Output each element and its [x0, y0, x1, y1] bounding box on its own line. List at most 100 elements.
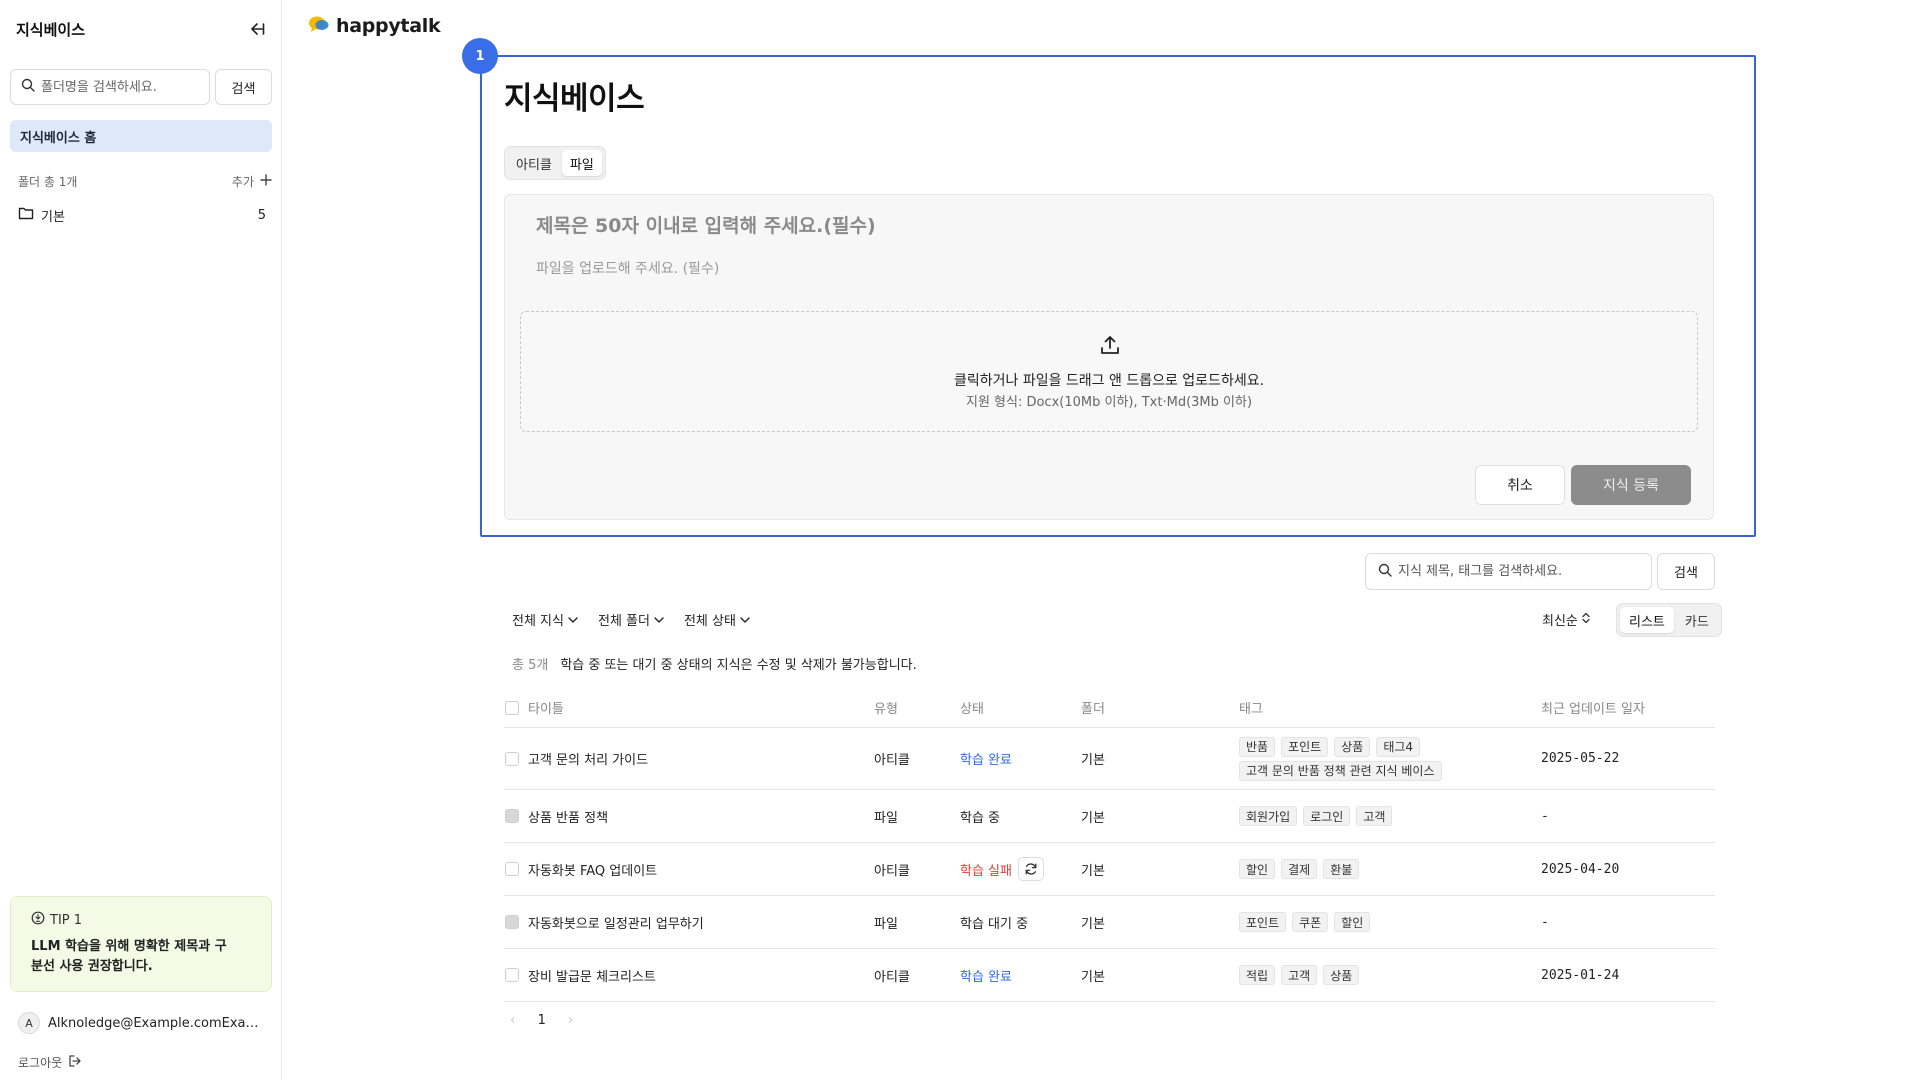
- select-all-checkbox[interactable]: [505, 700, 519, 715]
- content-type-tabs: 아티클 파일: [504, 146, 606, 180]
- logout-icon: [68, 1054, 82, 1071]
- tag: 상품: [1334, 736, 1371, 757]
- row-type: 아티클: [874, 863, 910, 879]
- happytalk-logo[interactable]: happytalk: [308, 14, 441, 38]
- column-folder: 폴더: [1081, 702, 1105, 717]
- tag: 고객: [1356, 806, 1393, 826]
- table-row[interactable]: 자동화봇으로 일정관리 업무하기 파일 학습 대기 중 기본 포인트 쿠폰 할인…: [504, 896, 1715, 949]
- dropzone-instruction: 클릭하거나 파일을 드래그 앤 드롭으로 업로드하세요.: [953, 373, 1265, 389]
- view-card-button[interactable]: 카드: [1676, 607, 1718, 633]
- row-checkbox[interactable]: [505, 862, 519, 876]
- plus-icon: [260, 174, 272, 189]
- knowledge-search-input[interactable]: [1398, 564, 1648, 579]
- filter-status-dropdown[interactable]: 전체 상태: [684, 610, 750, 629]
- row-checkbox: [505, 915, 519, 929]
- next-page-icon[interactable]: ›: [568, 1012, 574, 1028]
- search-icon: [21, 78, 35, 96]
- row-title[interactable]: 자동화봇 FAQ 업데이트: [528, 843, 657, 895]
- sidebar: 지식베이스 검색 지식베이스 홈 폴더 총 1개 추가 기본 5: [0, 0, 282, 1080]
- filter-label: 전체 상태: [683, 614, 736, 629]
- table-row[interactable]: 자동화봇 FAQ 업데이트 아티클 학습 실패 기본 할인 결제 환불 2025…: [504, 843, 1715, 896]
- sidebar-item-home[interactable]: 지식베이스 홈: [10, 120, 272, 152]
- folder-search-box: [10, 69, 210, 105]
- collapse-sidebar-icon[interactable]: [246, 18, 268, 40]
- tag: 할인: [1334, 912, 1371, 932]
- folder-count-label: 폴더 총 1개: [18, 175, 78, 189]
- filter-label: 전체 폴더: [597, 614, 650, 629]
- table-row[interactable]: 장비 발급문 체크리스트 아티클 학습 완료 기본 적립 고객 상품 2025-…: [504, 949, 1715, 1002]
- column-updated: 최근 업데이트 일자: [1541, 702, 1645, 717]
- view-list-button[interactable]: 리스트: [1620, 607, 1674, 633]
- tag: 포인트: [1281, 736, 1329, 757]
- tab-article[interactable]: 아티클: [508, 150, 560, 176]
- folder-search-input[interactable]: [41, 79, 201, 95]
- row-status: 학습 대기 중: [960, 916, 1029, 932]
- title-input[interactable]: [536, 210, 1436, 242]
- logout-button[interactable]: 로그아웃: [18, 1054, 82, 1071]
- row-type: 아티클: [874, 969, 910, 985]
- current-page[interactable]: 1: [538, 1013, 546, 1028]
- table-row[interactable]: 상품 반품 정책 파일 학습 중 기본 회원가입 로그인 고객 -: [504, 790, 1715, 843]
- row-checkbox: [505, 809, 519, 823]
- table-header: 타이틀 유형 상태 폴더 태그 최근 업데이트 일자: [504, 688, 1715, 728]
- chevron-down-icon: [740, 612, 750, 627]
- knowledge-search-box: [1365, 553, 1652, 590]
- tab-file[interactable]: 파일: [561, 150, 602, 176]
- tag: 상품: [1323, 965, 1360, 985]
- folder-name: 기본: [41, 209, 65, 225]
- upload-icon: [1099, 334, 1121, 356]
- row-status: 학습 실패: [960, 863, 1012, 879]
- tip-box: TIP 1 LLM 학습을 위해 명확한 제목과 구분선 사용 권장합니다.: [10, 896, 272, 992]
- sidebar-header: 지식베이스: [16, 16, 268, 42]
- add-folder-button[interactable]: 추가: [232, 173, 272, 190]
- row-checkbox[interactable]: [505, 751, 519, 766]
- chevron-down-icon: [654, 612, 664, 627]
- filter-bar: 전체 지식 전체 폴더 전체 상태: [512, 610, 750, 629]
- refresh-icon[interactable]: [1017, 857, 1044, 881]
- filter-knowledge-dropdown[interactable]: 전체 지식: [512, 610, 578, 629]
- sort-dropdown[interactable]: 최신순: [1542, 610, 1590, 629]
- sidebar-folder-item[interactable]: 기본 5: [18, 204, 266, 226]
- row-updated: -: [1541, 808, 1549, 824]
- user-account[interactable]: A Alknoledge@Example.comExample.com: [18, 1012, 270, 1034]
- register-knowledge-button[interactable]: 지식 등록: [1571, 465, 1691, 505]
- tag: 로그인: [1303, 806, 1351, 826]
- row-type: 아티클: [874, 753, 910, 768]
- row-title[interactable]: 고객 문의 처리 가이드: [528, 728, 648, 789]
- tag: 적립: [1239, 965, 1276, 985]
- edit-notice: 학습 중 또는 대기 중 상태의 지식은 수정 및 삭제가 불가능합니다.: [560, 658, 917, 673]
- page-title: 지식베이스: [504, 81, 645, 117]
- prev-page-icon[interactable]: ‹: [510, 1012, 516, 1028]
- chevron-down-icon: [568, 612, 578, 627]
- row-checkbox[interactable]: [505, 968, 519, 982]
- row-title[interactable]: 자동화봇으로 일정관리 업무하기: [528, 896, 704, 948]
- row-title[interactable]: 장비 발급문 체크리스트: [528, 949, 656, 1001]
- chat-bubble-logo-icon: [308, 14, 330, 38]
- knowledge-search-button[interactable]: 검색: [1657, 553, 1715, 590]
- tag: 고객: [1281, 965, 1318, 985]
- step-badge: 1: [462, 38, 498, 74]
- row-updated: 2025-04-20: [1541, 861, 1620, 877]
- tip-label: TIP 1: [50, 912, 83, 928]
- tag: 태그4: [1376, 736, 1421, 757]
- filter-folder-dropdown[interactable]: 전체 폴더: [598, 610, 664, 629]
- search-icon: [1378, 563, 1392, 581]
- user-email: Alknoledge@Example.comExample.com: [48, 1015, 268, 1031]
- table-row[interactable]: 고객 문의 처리 가이드 아티클 학습 완료 기본 반품 포인트 상품 태그4 …: [504, 728, 1715, 790]
- dropzone-formats: 지원 형식: Docx(10Mb 이하), Txt·Md(3Mb 이하): [965, 395, 1253, 410]
- avatar: A: [18, 1012, 40, 1034]
- row-updated: 2025-01-24: [1541, 967, 1620, 983]
- row-status-cell: 학습 실패: [960, 843, 1044, 895]
- file-hint: 파일을 업로드해 주세요. (필수): [536, 261, 720, 277]
- row-status: 학습 완료: [960, 969, 1012, 985]
- folder-item-count: 5: [257, 207, 266, 223]
- file-dropzone[interactable]: 클릭하거나 파일을 드래그 앤 드롭으로 업로드하세요. 지원 형식: Docx…: [520, 311, 1698, 432]
- tag: 고객 문의 반품 정책 관련 지식 베이스: [1239, 760, 1442, 781]
- row-title[interactable]: 상품 반품 정책: [528, 790, 608, 842]
- row-folder: 기본: [1081, 810, 1105, 826]
- cancel-button[interactable]: 취소: [1475, 465, 1565, 505]
- folder-search-button[interactable]: 검색: [215, 69, 272, 105]
- row-updated: -: [1541, 914, 1549, 930]
- tag: 쿠폰: [1292, 912, 1329, 932]
- column-type: 유형: [874, 702, 898, 717]
